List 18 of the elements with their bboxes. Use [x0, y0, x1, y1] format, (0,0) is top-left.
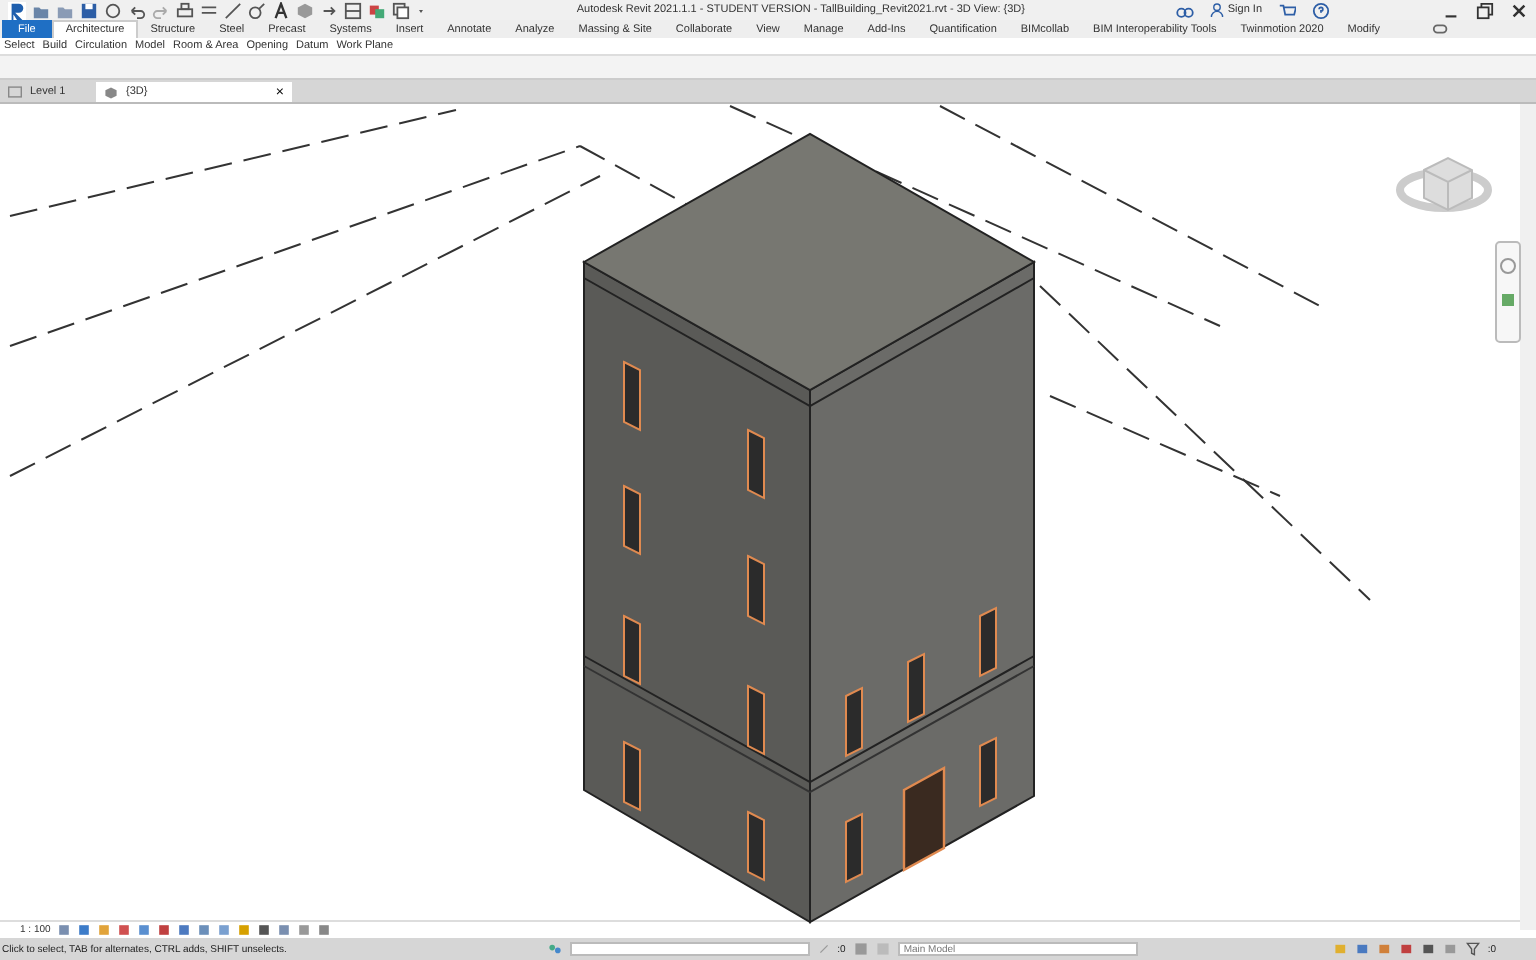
- switch-windows-icon[interactable]: [392, 1, 410, 19]
- cart-icon[interactable]: [1278, 1, 1296, 19]
- user-icon: [1209, 2, 1224, 18]
- panel-toggle-icon[interactable]: [1432, 20, 1450, 38]
- print-icon[interactable]: [176, 1, 194, 19]
- save-icon[interactable]: [80, 1, 98, 19]
- filter-icon[interactable]: [1465, 940, 1480, 958]
- floor-plan-icon: [8, 86, 22, 98]
- navigation-bar-drawing[interactable]: [1495, 241, 1521, 343]
- revit-logo-icon[interactable]: [8, 1, 26, 19]
- help-icon[interactable]: [1312, 1, 1330, 19]
- workset-icon[interactable]: [547, 940, 562, 958]
- text-icon[interactable]: [272, 1, 290, 19]
- undo-icon[interactable]: [128, 1, 146, 19]
- 3d-view-icon: [104, 85, 118, 99]
- scroll-bar[interactable]: [1520, 104, 1536, 930]
- close-icon[interactable]: [1510, 1, 1528, 19]
- restore-icon[interactable]: [1476, 1, 1494, 19]
